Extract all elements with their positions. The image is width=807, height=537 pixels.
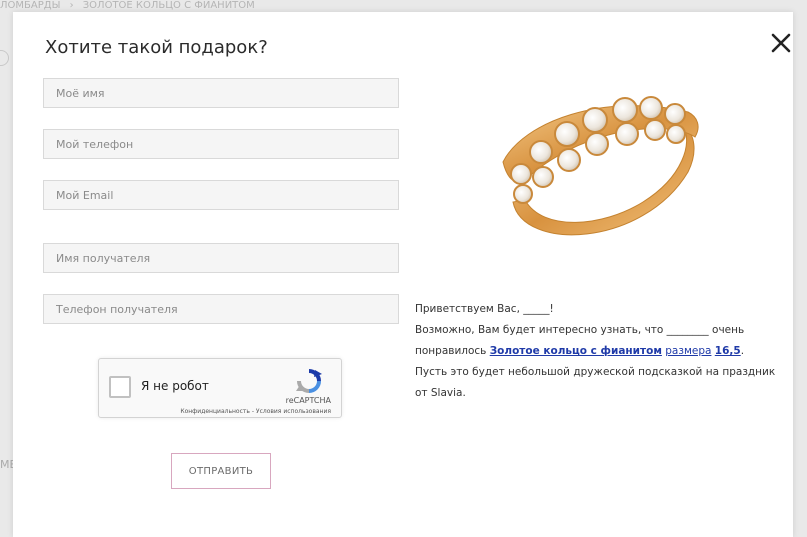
message-greeting: Приветствуем Вас, _____! xyxy=(415,303,554,315)
recaptcha-label: Я не робот xyxy=(141,379,209,393)
breadcrumb-separator: › xyxy=(69,0,74,11)
close-icon[interactable] xyxy=(770,32,792,54)
background-breadcrumb: ЛОМБАРДЫ › ЗОЛОТОЕ КОЛЬЦО С ФИАНИТОМ xyxy=(0,0,261,11)
product-link[interactable]: Золотое кольцо с фианитом xyxy=(490,345,662,357)
product-image xyxy=(483,82,713,256)
recaptcha-logo-icon xyxy=(295,367,323,399)
breadcrumb-item: ЛОМБАРДЫ xyxy=(0,0,61,11)
gift-request-modal: Хотите такой подарок? Я не робот reCAPTC… xyxy=(13,12,793,537)
recipient-name-input[interactable] xyxy=(43,243,399,273)
my-name-input[interactable] xyxy=(43,78,399,108)
gift-message: Приветствуем Вас, _____! Возможно, Вам б… xyxy=(415,299,777,404)
recaptcha-links[interactable]: Конфиденциальность - Условия использован… xyxy=(180,408,331,415)
recaptcha-brand: reCAPTCHA xyxy=(285,396,331,405)
recaptcha-widget: Я не робот reCAPTCHA Конфиденциальность … xyxy=(98,358,342,418)
my-phone-input[interactable] xyxy=(43,129,399,159)
submit-button[interactable]: ОТПРАВИТЬ xyxy=(171,453,271,489)
modal-title: Хотите такой подарок? xyxy=(45,37,268,58)
recaptcha-checkbox[interactable] xyxy=(109,376,131,398)
background-page-edge xyxy=(0,50,9,66)
recipient-phone-input[interactable] xyxy=(43,294,399,324)
my-email-input[interactable] xyxy=(43,180,399,210)
size-label-link[interactable]: размера xyxy=(665,345,711,357)
message-body: Возможно, Вам будет интересно узнать, чт… xyxy=(415,320,777,404)
size-value-link[interactable]: 16,5 xyxy=(715,345,741,357)
breadcrumb-item: ЗОЛОТОЕ КОЛЬЦО С ФИАНИТОМ xyxy=(82,0,255,11)
